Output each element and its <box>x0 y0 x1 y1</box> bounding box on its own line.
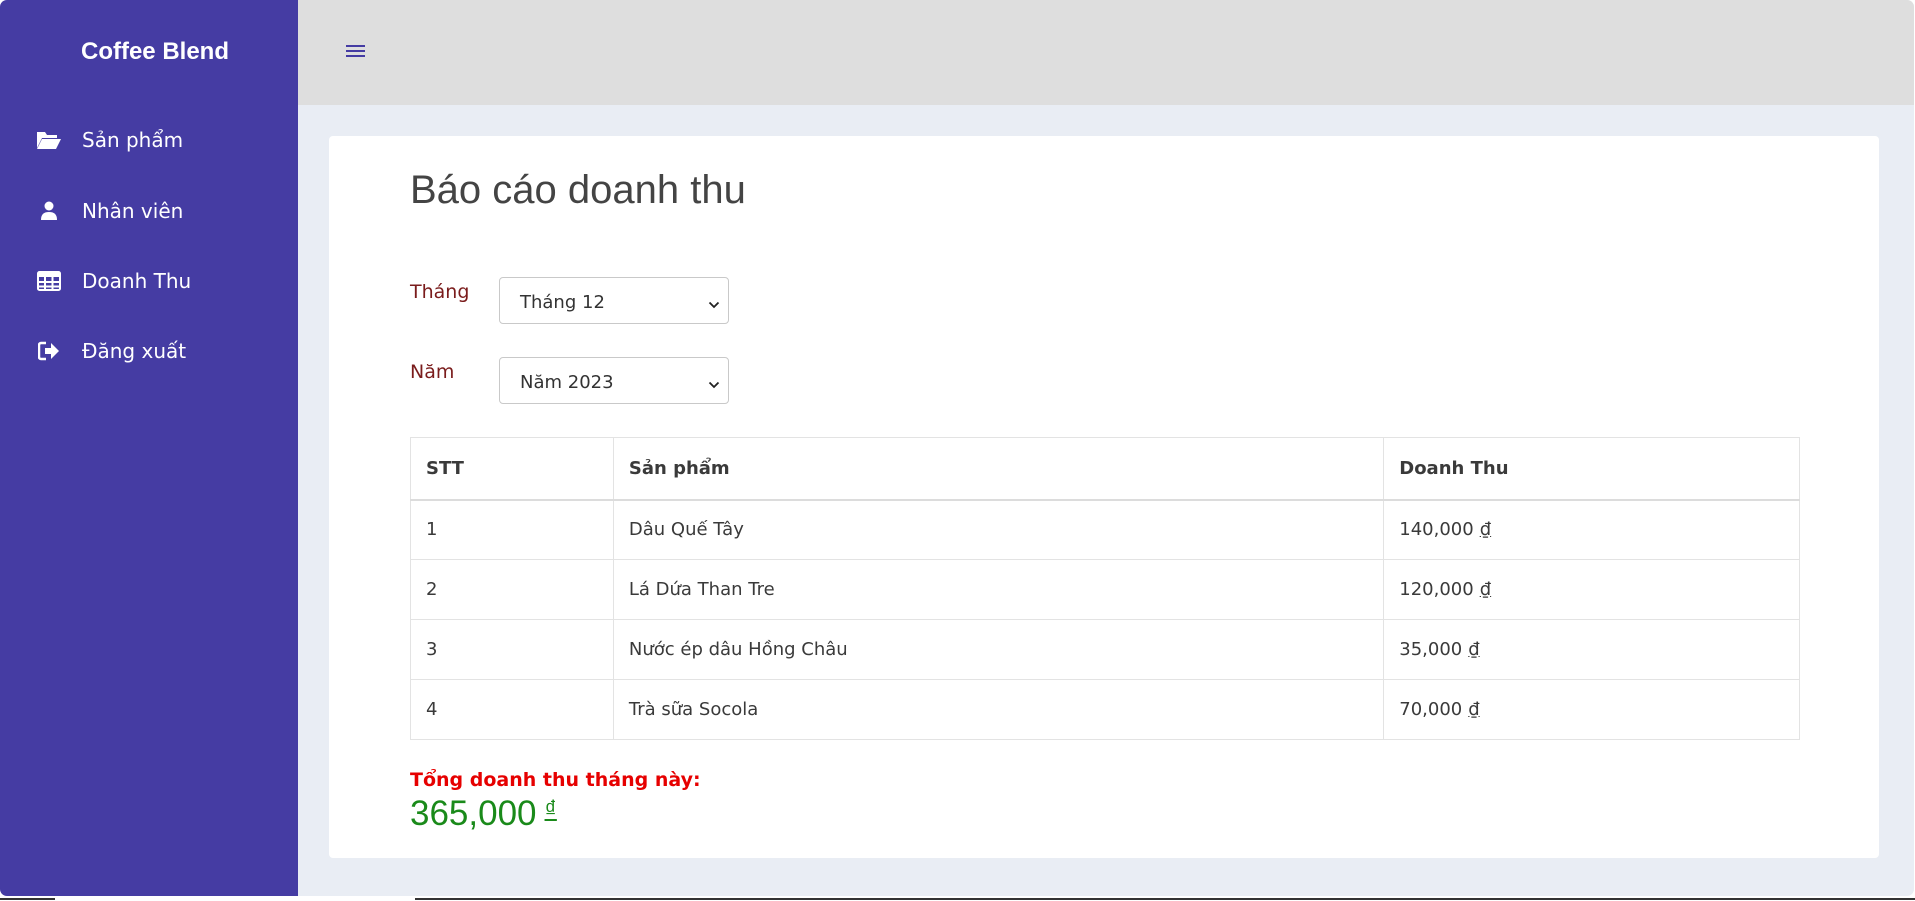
revenue-amount: 35,000 <box>1399 639 1463 660</box>
folder-open-icon <box>36 127 62 153</box>
sidebar-item-label: Đăng xuất <box>82 339 187 363</box>
divider <box>0 898 55 900</box>
cell-product: Lá Dứa Than Tre <box>612 559 1385 620</box>
divider <box>415 898 1915 900</box>
currency-symbol: ₫ <box>1479 579 1492 600</box>
table-row: 3 Nước ép dâu Hồng Châu 35,000 ₫ <box>410 619 1800 680</box>
column-header-product: Sản phẩm <box>612 437 1385 501</box>
table-icon <box>36 268 62 294</box>
currency-symbol: ₫ <box>1479 519 1492 541</box>
chevron-down-icon <box>708 295 720 309</box>
total-amount: 365,000 <box>410 794 537 833</box>
table-row: 2 Lá Dứa Than Tre 120,000 ₫ <box>410 559 1800 620</box>
chevron-down-icon <box>708 375 720 389</box>
sidebar-item-revenue[interactable]: Doanh Thu <box>0 256 298 306</box>
table-header-row: STT Sản phẩm Doanh Thu <box>410 437 1800 501</box>
total-revenue-value: 365,000 ₫ <box>410 794 557 834</box>
table-row: 4 Trà sữa Socola 70,000 ₫ <box>410 679 1800 740</box>
column-header-revenue: Doanh Thu <box>1383 437 1800 501</box>
cell-stt: 1 <box>410 499 614 560</box>
currency-symbol: ₫ <box>1468 639 1480 660</box>
app-window: Coffee Blend Sản phẩm Nhân viên Doanh Th… <box>0 0 1914 896</box>
year-select[interactable]: Năm 2023 <box>499 357 729 404</box>
cell-revenue: 35,000 ₫ <box>1383 619 1800 680</box>
month-select[interactable]: Tháng 12 <box>499 277 729 324</box>
revenue-amount: 120,000 <box>1399 579 1474 600</box>
cell-stt: 3 <box>410 619 614 680</box>
cell-stt: 4 <box>410 679 614 740</box>
page-title: Báo cáo doanh thu <box>410 168 746 212</box>
cell-product: Dâu Quế Tây <box>612 499 1385 560</box>
sidebar-item-logout[interactable]: Đăng xuất <box>0 326 298 376</box>
year-label: Năm <box>410 361 455 383</box>
sidebar: Coffee Blend Sản phẩm Nhân viên Doanh Th… <box>0 0 298 896</box>
cell-revenue: 70,000 ₫ <box>1383 679 1800 740</box>
cell-stt: 2 <box>410 559 614 620</box>
top-bar <box>298 0 1914 105</box>
hamburger-icon[interactable] <box>346 42 366 60</box>
cell-revenue: 120,000 ₫ <box>1383 559 1800 620</box>
cell-product: Trà sữa Socola <box>612 679 1385 740</box>
column-header-stt: STT <box>410 437 614 501</box>
month-select-value: Tháng 12 <box>520 292 605 313</box>
sidebar-item-employees[interactable]: Nhân viên <box>0 186 298 236</box>
cell-revenue: 140,000 ₫ <box>1383 499 1800 560</box>
month-label: Tháng <box>410 281 470 303</box>
sidebar-item-products[interactable]: Sản phẩm <box>0 115 298 165</box>
report-card: Báo cáo doanh thu Tháng Tháng 12 Năm Năm… <box>329 136 1879 858</box>
table-row: 1 Dâu Quế Tây 140,000 ₫ <box>410 499 1800 560</box>
revenue-amount: 140,000 <box>1399 519 1474 541</box>
year-select-value: Năm 2023 <box>520 372 614 393</box>
brand-title: Coffee Blend <box>80 38 229 65</box>
sidebar-item-label: Nhân viên <box>82 199 184 223</box>
total-revenue-label: Tổng doanh thu tháng này: <box>410 769 701 791</box>
revenue-table: STT Sản phẩm Doanh Thu 1 Dâu Quế Tây 140… <box>410 437 1800 740</box>
revenue-amount: 70,000 <box>1399 699 1463 720</box>
currency-symbol: ₫ <box>544 796 557 823</box>
logout-icon <box>36 338 62 364</box>
cell-product: Nước ép dâu Hồng Châu <box>612 619 1385 680</box>
sidebar-item-label: Sản phẩm <box>82 128 184 152</box>
user-icon <box>36 198 62 224</box>
currency-symbol: ₫ <box>1468 699 1480 720</box>
sidebar-item-label: Doanh Thu <box>82 269 192 293</box>
